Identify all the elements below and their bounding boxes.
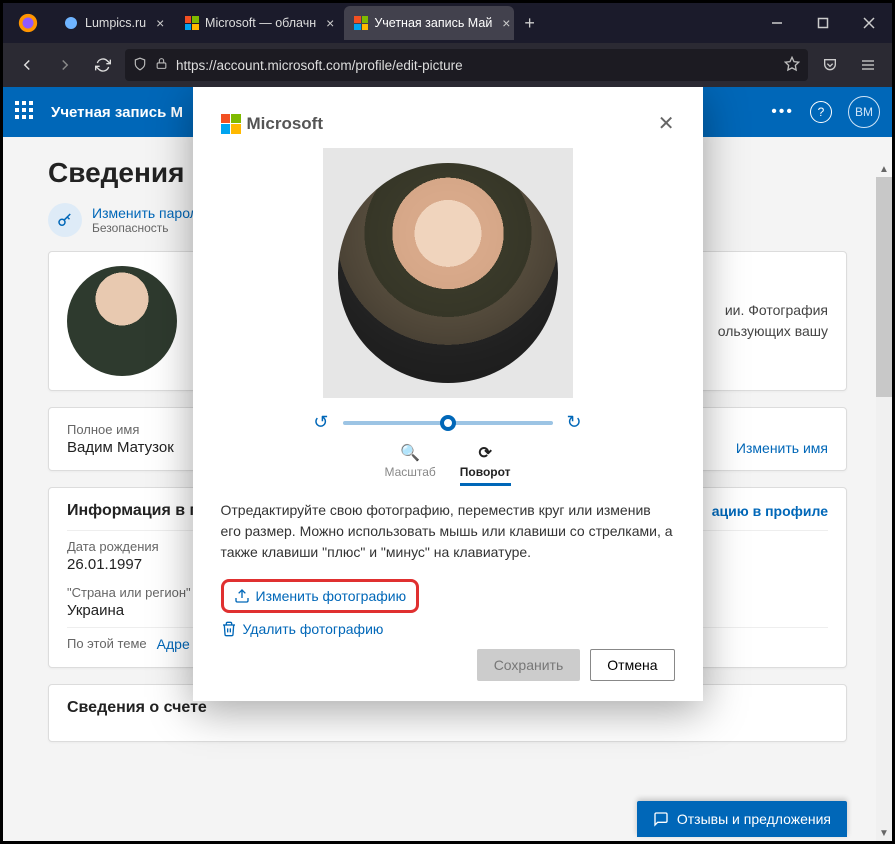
url-bar[interactable]: https://account.microsoft.com/profile/ed…: [125, 49, 808, 81]
save-button: Сохранить: [477, 649, 581, 681]
tab-strip: Lumpics.ru × Microsoft — облачн × Учетна…: [53, 3, 754, 43]
tab-label: Lumpics.ru: [85, 16, 146, 30]
new-tab-button[interactable]: +: [514, 7, 545, 40]
favicon-ms: [184, 15, 199, 31]
feedback-button[interactable]: Отзывы и предложения: [637, 801, 847, 837]
change-password-link: Изменить парол: [92, 205, 198, 221]
toolbar: https://account.microsoft.com/profile/ed…: [3, 43, 892, 87]
reload-button[interactable]: [87, 49, 119, 81]
delete-photo-button[interactable]: Удалить фотографию: [221, 621, 675, 637]
edit-name-link[interactable]: Изменить имя: [736, 440, 828, 456]
menu-button[interactable]: [852, 49, 884, 81]
tab-label: Учетная запись Май: [374, 16, 492, 30]
avatar[interactable]: ВМ: [848, 96, 880, 128]
favicon-lumpics: [63, 15, 79, 31]
lock-icon: [155, 57, 168, 73]
close-icon[interactable]: ×: [156, 15, 164, 31]
slider-thumb[interactable]: [440, 415, 456, 431]
crop-preview[interactable]: [338, 163, 558, 383]
related-link[interactable]: Адре: [157, 636, 190, 653]
help-icon[interactable]: ?: [810, 101, 832, 123]
tab-zoom-label: Масштаб: [384, 465, 435, 479]
trash-icon: [221, 621, 237, 637]
security-label: Безопасность: [92, 221, 198, 235]
page-title: Учетная запись М: [51, 104, 183, 121]
brand-label: Microsoft: [247, 114, 324, 134]
scroll-down-icon[interactable]: ▼: [876, 825, 892, 841]
tab-rotate[interactable]: ⟳ Поворот: [460, 443, 511, 486]
close-modal-button[interactable]: ✕: [658, 111, 675, 136]
rotate-left-icon[interactable]: ↺: [313, 412, 328, 433]
rotate-slider[interactable]: [343, 421, 553, 425]
scroll-up-icon[interactable]: ▲: [876, 161, 892, 177]
pocket-icon[interactable]: [814, 49, 846, 81]
change-photo-label: Изменить фотографию: [256, 588, 407, 604]
edit-profile-link[interactable]: ацию в профиле: [712, 503, 828, 519]
upload-icon: [234, 588, 250, 604]
rotate-icon: ⟳: [460, 443, 511, 463]
scrollbar[interactable]: ▲ ▼: [876, 177, 892, 841]
profile-photo: [67, 266, 177, 376]
crop-area[interactable]: [323, 148, 573, 398]
url-text: https://account.microsoft.com/profile/ed…: [176, 58, 463, 73]
zoom-icon: 🔍: [384, 443, 435, 463]
close-icon[interactable]: ×: [502, 15, 510, 31]
photo-desc-2: ользующих вашу: [718, 323, 828, 339]
back-button[interactable]: [11, 49, 43, 81]
window-controls: [754, 3, 892, 43]
delete-photo-label: Удалить фотографию: [243, 621, 384, 637]
minimize-button[interactable]: [754, 3, 800, 43]
tab-label: Microsoft — облачн: [205, 16, 316, 30]
change-photo-button[interactable]: Изменить фотографию: [221, 579, 420, 613]
close-icon[interactable]: ×: [326, 15, 334, 31]
instructions: Отредактируйте свою фотографию, перемест…: [221, 500, 675, 563]
tab-rotate-label: Поворот: [460, 465, 511, 479]
cancel-button[interactable]: Отмена: [590, 649, 674, 681]
feedback-label: Отзывы и предложения: [677, 811, 831, 827]
favicon-ms: [354, 15, 368, 31]
maximize-button[interactable]: [800, 3, 846, 43]
photo-desc-1: ии. Фотография: [725, 302, 828, 318]
microsoft-logo: Microsoft: [221, 114, 324, 134]
account-info-title: Сведения о счете: [67, 699, 207, 717]
modal-footer: Сохранить Отмена: [221, 649, 675, 681]
tab-ms-account[interactable]: Учетная запись Май ×: [344, 6, 514, 40]
more-icon[interactable]: •••: [771, 103, 794, 121]
titlebar: Lumpics.ru × Microsoft — облачн × Учетна…: [3, 3, 892, 43]
rotate-slider-row: ↺ ↻: [221, 412, 675, 433]
fullname-value: Вадим Матузок: [67, 439, 174, 456]
page-viewport: Учетная запись М ••• ? ВМ Сведения Измен…: [3, 87, 892, 841]
key-icon: [48, 203, 82, 237]
firefox-icon: [3, 12, 53, 34]
tool-tabs: 🔍 Масштаб ⟳ Поворот: [221, 443, 675, 486]
fullname-label: Полное имя: [67, 422, 174, 437]
app-launcher-icon[interactable]: [15, 101, 37, 123]
chat-icon: [653, 811, 669, 827]
scroll-thumb[interactable]: [876, 177, 892, 397]
related-label: По этой теме: [67, 636, 147, 651]
tab-zoom[interactable]: 🔍 Масштаб: [384, 443, 435, 486]
edit-photo-modal: Microsoft ✕ ↺ ↻ 🔍 Масштаб ⟳ Поворот Отре…: [193, 87, 703, 701]
rotate-right-icon[interactable]: ↻: [567, 412, 582, 433]
close-window-button[interactable]: [846, 3, 892, 43]
forward-button[interactable]: [49, 49, 81, 81]
tab-microsoft-cloud[interactable]: Microsoft — облачн ×: [174, 6, 344, 40]
bookmark-icon[interactable]: [784, 56, 800, 75]
shield-icon: [133, 57, 147, 74]
tab-lumpics[interactable]: Lumpics.ru ×: [53, 6, 174, 40]
